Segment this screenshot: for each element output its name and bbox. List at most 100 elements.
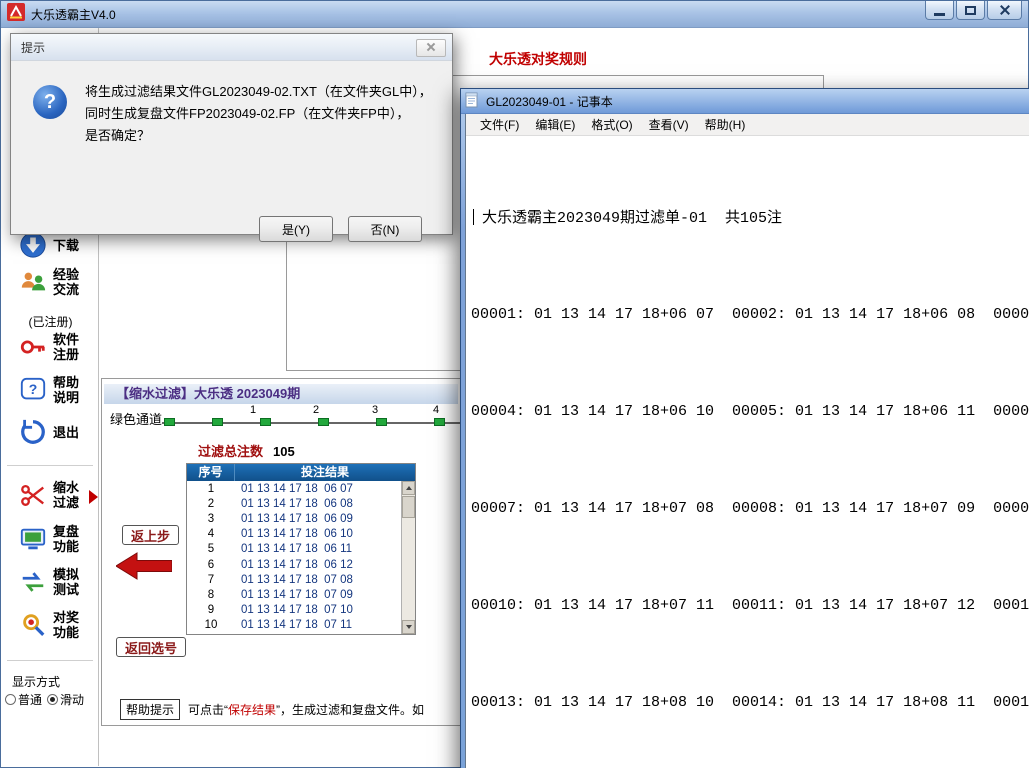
scroll-down-icon bbox=[406, 625, 412, 629]
sidebar-item-simulate[interactable]: 模拟测试 bbox=[18, 567, 81, 597]
menu-view[interactable]: 查看(V) bbox=[641, 113, 697, 136]
notepad-line: 00001: 01 13 14 17 18+06 07 00002: 01 13… bbox=[471, 299, 1029, 331]
notepad-title: GL2023049-01 - 记事本 bbox=[486, 93, 613, 110]
table-row[interactable]: 601 13 14 17 18 06 12 bbox=[187, 557, 401, 572]
dialog-message-line: 将生成过滤结果文件GL2023049-02.TXT（在文件夹GL中）， bbox=[85, 81, 432, 103]
main-titlebar[interactable]: 大乐透霸主V4.0 bbox=[1, 1, 1028, 28]
help-tag: 帮助提示 bbox=[120, 699, 180, 720]
dialog-close-button[interactable] bbox=[416, 39, 446, 57]
menu-help[interactable]: 帮助(H) bbox=[697, 113, 754, 136]
table-row[interactable]: 801 13 14 17 18 07 09 bbox=[187, 587, 401, 602]
table-row[interactable]: 1001 13 14 17 18 07 11 bbox=[187, 618, 401, 633]
row-no: 9 bbox=[187, 604, 235, 616]
row-result: 01 13 14 17 18 06 07 bbox=[235, 483, 353, 495]
arrows-icon bbox=[18, 567, 48, 597]
sidebar-item-prize-check[interactable]: 对奖功能 bbox=[18, 610, 81, 640]
shrink-filter-panel: 【缩水过滤】大乐透 2023049期 绿色通道 1 2 3 4 过滤总注数105 bbox=[101, 378, 463, 726]
prompt-dialog: 提示 ? 将生成过滤结果文件GL2023049-02.TXT（在文件夹GL中），… bbox=[10, 33, 453, 235]
window-controls bbox=[923, 1, 1022, 20]
scroll-thumb[interactable] bbox=[402, 496, 415, 518]
sidebar-item-label: 对奖功能 bbox=[53, 610, 81, 640]
row-no: 10 bbox=[187, 619, 235, 631]
close-icon bbox=[425, 42, 437, 54]
return-selection-button[interactable]: 返回选号 bbox=[116, 637, 186, 657]
sidebar-item-label: 经验交流 bbox=[53, 267, 81, 297]
active-item-pointer-icon bbox=[89, 490, 98, 504]
row-no: 4 bbox=[187, 528, 235, 540]
screen: 大乐透霸主V4.0 下载 经验交流 (已注册) bbox=[0, 0, 1029, 768]
row-result: 01 13 14 17 18 07 11 bbox=[235, 619, 352, 631]
sidebar-item-exchange[interactable]: 经验交流 bbox=[18, 267, 81, 297]
dialog-titlebar[interactable]: 提示 bbox=[11, 34, 452, 61]
scroll-up-button[interactable] bbox=[402, 481, 415, 495]
sidebar-item-register[interactable]: 软件注册 bbox=[18, 332, 81, 362]
display-mode-label: 显示方式 bbox=[12, 673, 60, 690]
notepad-heading-line: 大乐透霸主2023049期过滤单-01 共105注 bbox=[471, 203, 1029, 235]
registered-note: (已注册) bbox=[2, 313, 99, 330]
notepad-menubar: 文件(F) 编辑(E) 格式(O) 查看(V) 帮助(H) bbox=[466, 114, 1029, 136]
green-channel-track bbox=[162, 422, 460, 424]
sidebar-divider bbox=[7, 660, 93, 662]
table-scrollbar[interactable] bbox=[401, 481, 415, 634]
notepad-icon bbox=[464, 92, 480, 111]
sidebar-item-shrink-filter[interactable]: 缩水过滤 bbox=[18, 480, 81, 510]
total-count-label: 过滤总注数 bbox=[198, 444, 263, 459]
table-body: 101 13 14 17 18 06 07 201 13 14 17 18 06… bbox=[187, 481, 401, 634]
notepad-line: 00010: 01 13 14 17 18+07 11 00011: 01 13… bbox=[471, 590, 1029, 622]
no-button[interactable]: 否(N) bbox=[348, 216, 422, 242]
row-no: 3 bbox=[187, 513, 235, 525]
sidebar-item-replay[interactable]: 复盘功能 bbox=[18, 524, 81, 554]
sidebar-item-exit[interactable]: 退出 bbox=[18, 417, 81, 447]
menu-format[interactable]: 格式(O) bbox=[583, 113, 640, 136]
table-row[interactable]: 701 13 14 17 18 07 08 bbox=[187, 572, 401, 587]
table-row[interactable]: 501 13 14 17 18 06 11 bbox=[187, 542, 401, 557]
table-row[interactable]: 301 13 14 17 18 06 09 bbox=[187, 511, 401, 526]
notepad-titlebar[interactable]: GL2023049-01 - 记事本 bbox=[461, 89, 1029, 114]
scroll-down-button[interactable] bbox=[402, 620, 415, 634]
close-button[interactable] bbox=[987, 1, 1022, 20]
sidebar-item-label: 缩水过滤 bbox=[53, 480, 81, 510]
maximize-button[interactable] bbox=[956, 1, 985, 20]
menu-file[interactable]: 文件(F) bbox=[472, 113, 527, 136]
row-no: 7 bbox=[187, 574, 235, 586]
green-channel-bead bbox=[260, 418, 271, 426]
monitor-icon bbox=[18, 524, 48, 554]
row-no: 8 bbox=[187, 589, 235, 601]
people-icon bbox=[18, 267, 48, 297]
table-row[interactable]: 201 13 14 17 18 06 08 bbox=[187, 496, 401, 511]
row-result: 01 13 14 17 18 06 09 bbox=[235, 513, 353, 525]
help-text: 可点击“保存结果”，生成过滤和复盘文件。如 bbox=[188, 701, 424, 718]
radio-label: 普通 bbox=[18, 691, 42, 708]
table-row[interactable]: 401 13 14 17 18 06 10 bbox=[187, 527, 401, 542]
row-result: 01 13 14 17 18 06 10 bbox=[235, 528, 353, 540]
table-row[interactable]: 101 13 14 17 18 06 07 bbox=[187, 481, 401, 496]
green-channel-label: 绿色通道 bbox=[110, 409, 162, 428]
row-result: 01 13 14 17 18 06 08 bbox=[235, 498, 353, 510]
yes-button[interactable]: 是(Y) bbox=[259, 216, 333, 242]
minimize-button[interactable] bbox=[925, 1, 954, 20]
radio-option-normal[interactable]: 普通 bbox=[5, 691, 42, 708]
dialog-message-line: 同时生成复盘文件FP2023049-02.FP（在文件夹FP中）， bbox=[85, 103, 432, 125]
scroll-up-icon bbox=[406, 486, 412, 490]
menu-edit[interactable]: 编辑(E) bbox=[527, 113, 583, 136]
back-step-button[interactable]: 返上步 bbox=[122, 525, 179, 545]
milestone-number: 1 bbox=[250, 404, 256, 416]
milestone-number: 4 bbox=[433, 404, 439, 416]
radio-icon bbox=[47, 694, 58, 705]
sidebar-item-label: 软件注册 bbox=[53, 332, 81, 362]
radio-icon bbox=[5, 694, 16, 705]
dialog-message-line: 是否确定？ bbox=[85, 125, 432, 147]
notepad-text-area[interactable]: 大乐透霸主2023049期过滤单-01 共105注 00001: 01 13 1… bbox=[466, 136, 1029, 768]
sidebar-item-help[interactable]: ? 帮助说明 bbox=[18, 375, 81, 405]
exit-icon bbox=[18, 417, 48, 447]
notepad-heading: 大乐透霸主2023049期过滤单-01 共105注 bbox=[482, 210, 782, 227]
help-text-emphasis: 保存结果 bbox=[228, 703, 276, 717]
row-result: 01 13 14 17 18 06 12 bbox=[235, 559, 353, 571]
app-icon bbox=[7, 3, 25, 26]
total-count-value: 105 bbox=[273, 444, 295, 459]
back-arrow-icon bbox=[116, 551, 172, 586]
question-icon: ? bbox=[33, 85, 67, 119]
radio-option-sliding[interactable]: 滑动 bbox=[47, 691, 84, 708]
table-row[interactable]: 901 13 14 17 18 07 10 bbox=[187, 603, 401, 618]
filter-panel-header: 【缩水过滤】大乐透 2023049期 bbox=[104, 384, 458, 404]
